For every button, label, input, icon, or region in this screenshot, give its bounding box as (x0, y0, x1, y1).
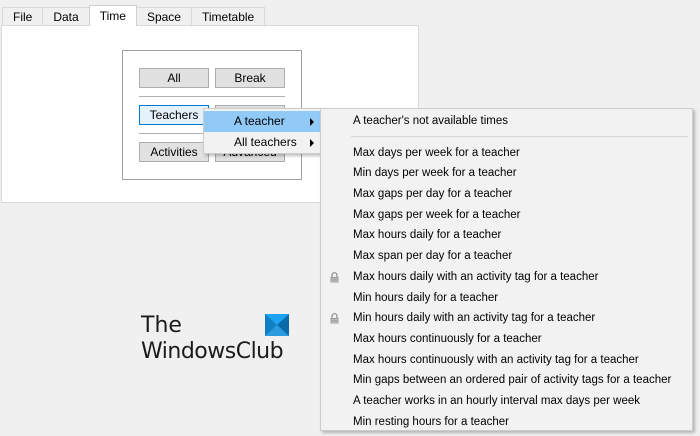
menu-item-label: Max days per week for a teacher (353, 146, 520, 159)
menu-item-all-teachers[interactable]: All teachers (204, 132, 320, 153)
menu-item-min-hours-daily[interactable]: Min hours daily for a teacher (321, 288, 692, 309)
tab-time[interactable]: Time (88, 5, 137, 26)
watermark: The WindowsClub (141, 314, 301, 366)
menu-item-max-hours-daily-activity-tag[interactable]: Max hours daily with an activity tag for… (321, 267, 692, 288)
menu-item-label: Max hours continuously for a teacher (353, 332, 542, 345)
tab-data[interactable]: Data (42, 7, 90, 26)
menu-item-label: Min gaps between an ordered pair of acti… (353, 374, 672, 387)
all-button[interactable]: All (139, 68, 209, 88)
menu-item-label: Max gaps per week for a teacher (353, 208, 521, 221)
menu-item-max-days-per-week[interactable]: Max days per week for a teacher (321, 143, 692, 164)
submenu-arrow-icon (310, 139, 314, 147)
menu-item-min-gaps-ordered-pair[interactable]: Min gaps between an ordered pair of acti… (321, 370, 692, 391)
menu-item-max-hours-continuously-activity-tag[interactable]: Max hours continuously with an activity … (321, 350, 692, 371)
teachers-button[interactable]: Teachers (139, 105, 209, 125)
menu-item-max-span-per-day[interactable]: Max span per day for a teacher (321, 246, 692, 267)
a-teacher-submenu: A teacher's not available times Max days… (320, 108, 693, 431)
menu-item-label: A teacher works in an hourly interval ma… (353, 394, 640, 407)
teachers-submenu: A teacher All teachers (203, 108, 321, 154)
menu-separator (351, 135, 688, 137)
menu-item-not-available-times[interactable]: A teacher's not available times (321, 111, 692, 132)
menu-item-label: Min resting hours for a teacher (353, 415, 509, 428)
menu-item-label: All teachers (234, 135, 297, 149)
break-button[interactable]: Break (215, 68, 285, 88)
menu-item-min-resting-hours[interactable]: Min resting hours for a teacher (321, 412, 692, 433)
divider (139, 96, 285, 97)
menu-item-label: Max gaps per day for a teacher (353, 188, 513, 201)
lock-icon (330, 313, 339, 324)
menu-item-label: Max hours continuously with an activity … (353, 353, 639, 366)
menu-item-label: Max hours daily with an activity tag for… (353, 270, 599, 283)
menu-item-max-gaps-per-week[interactable]: Max gaps per week for a teacher (321, 205, 692, 226)
menu-item-label: Min days per week for a teacher (353, 167, 517, 180)
menu-item-a-teacher[interactable]: A teacher (204, 111, 320, 132)
menu-item-label: A teacher (234, 114, 285, 128)
menu-item-hourly-interval-max-days[interactable]: A teacher works in an hourly interval ma… (321, 391, 692, 412)
submenu-arrow-icon (310, 118, 314, 126)
menu-item-label: Min hours daily with an activity tag for… (353, 312, 596, 325)
menu-item-max-hours-continuously[interactable]: Max hours continuously for a teacher (321, 329, 692, 350)
tab-bar: File Data Time Space Timetable (2, 5, 266, 26)
lock-icon (330, 271, 339, 283)
menu-item-max-gaps-per-day[interactable]: Max gaps per day for a teacher (321, 184, 692, 205)
tab-file[interactable]: File (2, 7, 44, 26)
watermark-line1: The (141, 313, 182, 338)
menu-item-min-hours-daily-activity-tag[interactable]: Min hours daily with an activity tag for… (321, 308, 692, 329)
menu-item-label: Max hours daily for a teacher (353, 229, 502, 242)
watermark-line2: WindowsClub (141, 339, 284, 364)
menu-item-label: Max span per day for a teacher (353, 250, 513, 263)
menu-item-label: Min hours daily for a teacher (353, 291, 499, 304)
activities-button[interactable]: Activities (139, 142, 209, 162)
menu-item-max-hours-daily[interactable]: Max hours daily for a teacher (321, 225, 692, 246)
menu-item-min-days-per-week[interactable]: Min days per week for a teacher (321, 163, 692, 184)
tab-timetable[interactable]: Timetable (190, 7, 266, 26)
tab-space[interactable]: Space (135, 7, 192, 26)
windowsclub-logo-icon (265, 314, 289, 336)
app-window: File Data Time Space Timetable All Break… (0, 0, 700, 436)
